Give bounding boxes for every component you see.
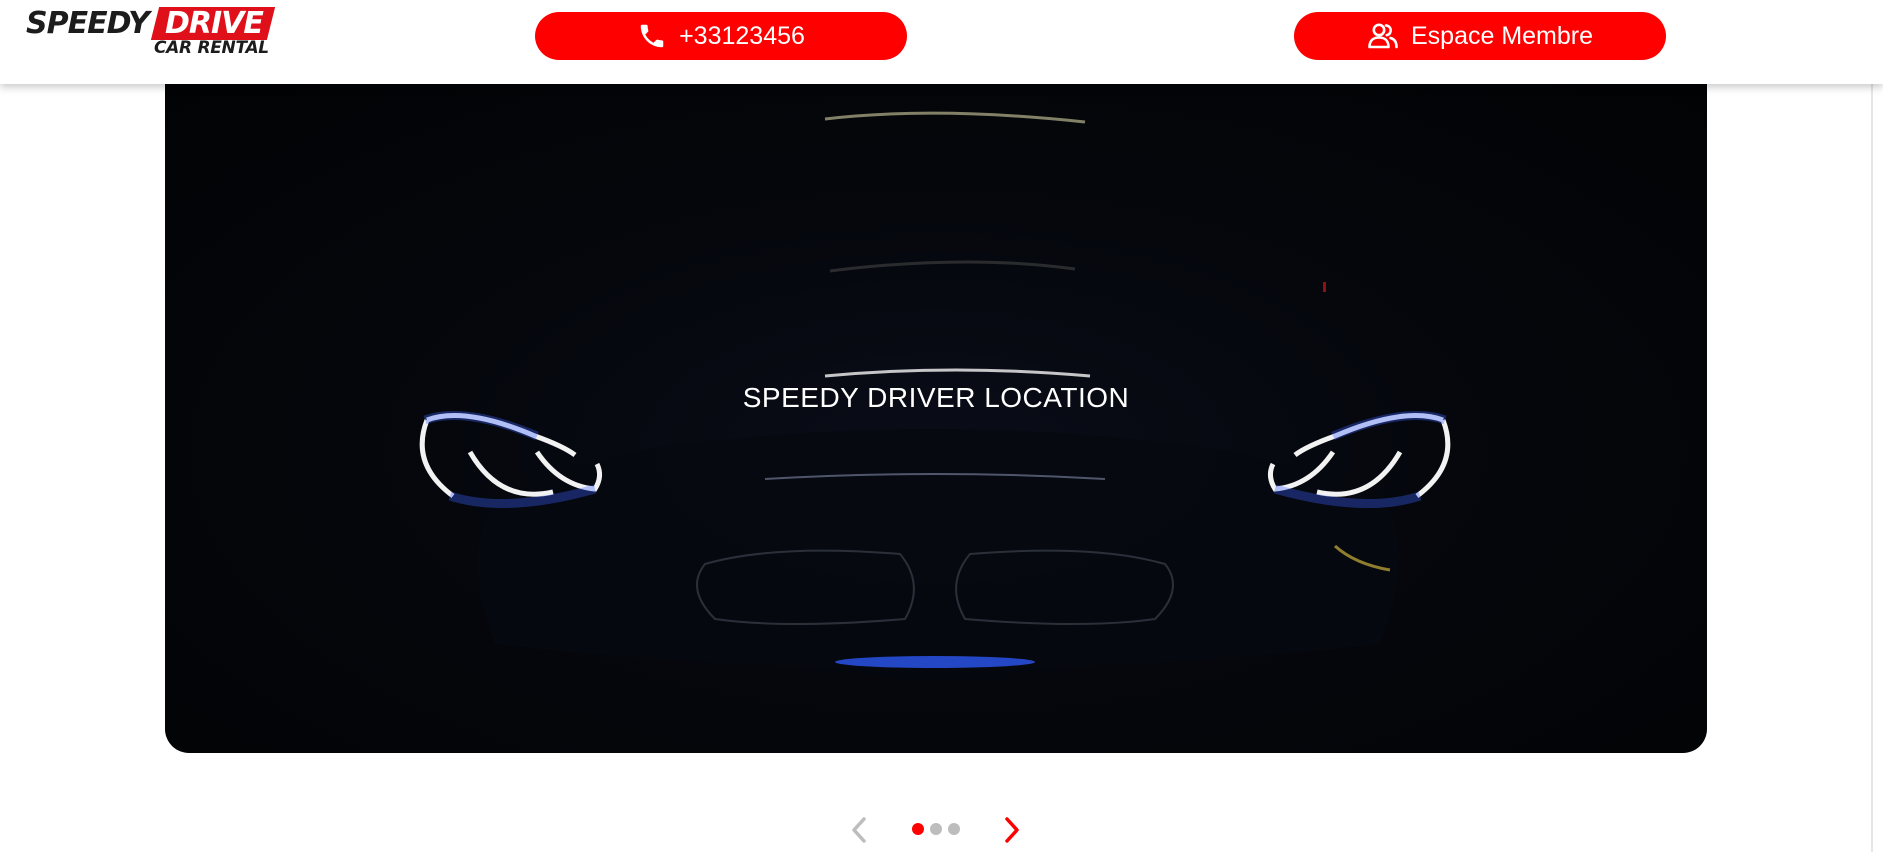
chevron-right-icon	[996, 817, 1026, 850]
carousel-dot-2[interactable]	[930, 823, 942, 835]
carousel-next-button[interactable]	[996, 814, 1026, 846]
phone-icon	[637, 21, 667, 51]
logo-word-speedy: SPEEDY	[26, 6, 150, 41]
phone-call-button[interactable]: +33123456	[535, 12, 907, 60]
logo-drive-badge: DRIVE	[150, 6, 275, 41]
users-icon	[1367, 22, 1399, 50]
car-front-image	[419, 111, 1451, 669]
member-area-label: Espace Membre	[1410, 21, 1594, 50]
carousel-dot-3[interactable]	[948, 823, 960, 835]
hero-slide: SPEEDY DRIVER LOCATION	[165, 84, 1707, 753]
carousel-dot-1[interactable]	[912, 823, 924, 835]
member-area-button[interactable]: Espace Membre	[1294, 12, 1666, 60]
page-edge-divider	[1871, 84, 1873, 852]
logo-wordmark: SPEEDY DRIVE	[26, 6, 275, 41]
logo-word-drive: DRIVE	[164, 6, 263, 41]
hero-title: SPEEDY DRIVER LOCATION	[742, 382, 1130, 413]
phone-number-label: +33123456	[679, 21, 805, 50]
chevron-left-icon	[845, 817, 875, 850]
top-navigation-bar: SPEEDY DRIVE CAR RENTAL +33123456 Espace…	[0, 0, 1883, 84]
brand-logo[interactable]: SPEEDY DRIVE CAR RENTAL	[26, 6, 275, 59]
carousel-prev-button[interactable]	[845, 814, 875, 846]
logo-tagline: CAR RENTAL	[154, 38, 269, 58]
